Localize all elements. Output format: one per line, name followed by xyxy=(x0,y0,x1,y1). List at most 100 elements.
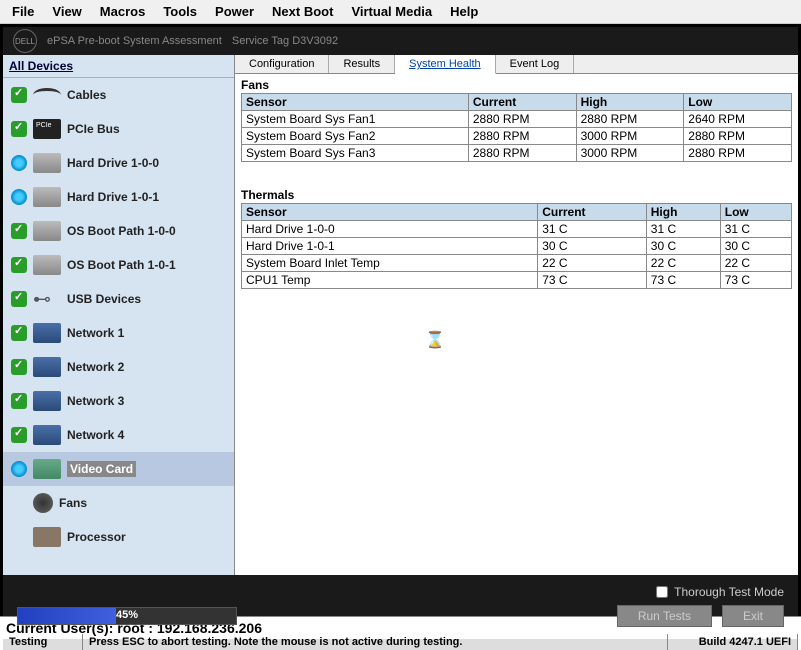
col-header: Low xyxy=(684,94,792,111)
col-header: Sensor xyxy=(242,94,469,111)
device-label: Cables xyxy=(67,88,106,102)
device-label: Processor xyxy=(67,530,126,544)
header-service-tag: Service Tag D3V3092 xyxy=(232,35,338,47)
table-cell: CPU1 Temp xyxy=(242,272,538,289)
device-label: Network 2 xyxy=(67,360,124,374)
device-label: Network 3 xyxy=(67,394,124,408)
app-body: All Devices Cables PCIe Bus Hard Drive 1-0… xyxy=(3,55,798,575)
device-item-cables[interactable]: Cables xyxy=(3,78,234,112)
spin-status-icon xyxy=(11,155,27,171)
menu-macros[interactable]: Macros xyxy=(92,2,154,21)
table-cell: System Board Inlet Temp xyxy=(242,255,538,272)
col-header: High xyxy=(576,94,684,111)
table-cell: System Board Sys Fan1 xyxy=(242,111,469,128)
check-status-icon xyxy=(11,223,27,239)
table-cell: 30 C xyxy=(720,238,791,255)
menu-view[interactable]: View xyxy=(44,2,89,21)
table-cell: 31 C xyxy=(538,221,647,238)
check-status-icon xyxy=(11,291,27,307)
tab-event-log[interactable]: Event Log xyxy=(496,55,575,73)
hourglass-icon: ⌛ xyxy=(425,330,445,350)
sidebar-title: All Devices xyxy=(3,55,234,78)
device-item-os-boot-path-1-0-1[interactable]: OS Boot Path 1-0-1 xyxy=(3,248,234,282)
table-cell: 2880 RPM xyxy=(684,145,792,162)
video-icon xyxy=(33,459,61,479)
device-item-video-card[interactable]: Video Card xyxy=(3,452,234,486)
device-label: Fans xyxy=(59,496,87,510)
thorough-mode[interactable]: Thorough Test Mode xyxy=(656,585,784,599)
net-icon xyxy=(33,323,61,343)
status-message: Press ESC to abort testing. Note the mou… xyxy=(83,634,668,650)
menu-virtual-media[interactable]: Virtual Media xyxy=(343,2,440,21)
device-item-network-3[interactable]: Network 3 xyxy=(3,384,234,418)
fans-title: Fans xyxy=(241,78,792,92)
net-icon xyxy=(33,357,61,377)
table-cell: 3000 RPM xyxy=(576,128,684,145)
col-header: Current xyxy=(468,94,576,111)
cable-icon xyxy=(33,88,61,102)
device-sidebar[interactable]: All Devices Cables PCIe Bus Hard Drive 1-0… xyxy=(3,55,235,575)
col-header: Low xyxy=(720,204,791,221)
device-item-network-2[interactable]: Network 2 xyxy=(3,350,234,384)
progress-label: 45% xyxy=(18,609,236,621)
table-cell: 22 C xyxy=(538,255,647,272)
table-cell: 2640 RPM xyxy=(684,111,792,128)
check-status-icon xyxy=(11,87,27,103)
check-status-icon xyxy=(11,121,27,137)
tab-bar: ConfigurationResultsSystem HealthEvent L… xyxy=(235,55,798,74)
main-panel: ConfigurationResultsSystem HealthEvent L… xyxy=(235,55,798,575)
check-status-icon xyxy=(11,359,27,375)
cpu-icon xyxy=(33,527,61,547)
col-header: Sensor xyxy=(242,204,538,221)
hdd-icon xyxy=(33,255,61,275)
menu-tools[interactable]: Tools xyxy=(155,2,205,21)
table-cell: Hard Drive 1-0-0 xyxy=(242,221,538,238)
fan-icon xyxy=(33,493,53,513)
device-label: Hard Drive 1-0-1 xyxy=(67,190,159,204)
thorough-checkbox[interactable] xyxy=(656,586,668,598)
spin-status-icon xyxy=(11,189,27,205)
exit-button[interactable]: Exit xyxy=(722,605,784,627)
dell-logo-icon: DELL xyxy=(13,29,37,53)
table-cell: 2880 RPM xyxy=(468,145,576,162)
table-row: CPU1 Temp73 C73 C73 C xyxy=(242,272,792,289)
table-cell: 30 C xyxy=(538,238,647,255)
net-icon xyxy=(33,391,61,411)
run-tests-button[interactable]: Run Tests xyxy=(617,605,712,627)
device-item-network-4[interactable]: Network 4 xyxy=(3,418,234,452)
table-row: System Board Sys Fan32880 RPM3000 RPM288… xyxy=(242,145,792,162)
footer-controls: Thorough Test Mode xyxy=(3,575,798,605)
device-item-hard-drive-1-0-1[interactable]: Hard Drive 1-0-1 xyxy=(3,180,234,214)
tab-configuration[interactable]: Configuration xyxy=(235,55,329,73)
table-cell: 30 C xyxy=(646,238,720,255)
table-cell: 2880 RPM xyxy=(468,111,576,128)
device-item-usb-devices[interactable]: USB Devices xyxy=(3,282,234,316)
app-header: DELL ePSA Pre-boot System Assessment Ser… xyxy=(3,27,798,55)
table-row: System Board Sys Fan12880 RPM2880 RPM264… xyxy=(242,111,792,128)
device-item-processor[interactable]: Processor xyxy=(3,520,234,554)
net-icon xyxy=(33,425,61,445)
tab-system-health[interactable]: System Health xyxy=(395,55,496,74)
none-status-icon xyxy=(11,495,27,511)
none-status-icon xyxy=(11,529,27,545)
col-header: High xyxy=(646,204,720,221)
device-item-hard-drive-1-0-0[interactable]: Hard Drive 1-0-0 xyxy=(3,146,234,180)
hdd-icon xyxy=(33,187,61,207)
menu-power[interactable]: Power xyxy=(207,2,262,21)
device-label: Video Card xyxy=(67,461,136,477)
device-label: PCIe Bus xyxy=(67,122,120,136)
device-item-network-1[interactable]: Network 1 xyxy=(3,316,234,350)
device-item-pcie-bus[interactable]: PCIe Bus xyxy=(3,112,234,146)
thorough-label: Thorough Test Mode xyxy=(674,585,784,599)
menu-help[interactable]: Help xyxy=(442,2,486,21)
device-item-fans[interactable]: Fans xyxy=(3,486,234,520)
table-cell: Hard Drive 1-0-1 xyxy=(242,238,538,255)
table-cell: 73 C xyxy=(538,272,647,289)
status-build: Build 4247.1 UEFI xyxy=(668,634,798,650)
table-cell: System Board Sys Fan3 xyxy=(242,145,469,162)
device-item-os-boot-path-1-0-0[interactable]: OS Boot Path 1-0-0 xyxy=(3,214,234,248)
menu-next-boot[interactable]: Next Boot xyxy=(264,2,341,21)
tab-content: Fans SensorCurrentHighLowSystem Board Sy… xyxy=(235,74,798,575)
tab-results[interactable]: Results xyxy=(329,55,395,73)
menu-file[interactable]: File xyxy=(4,2,42,21)
